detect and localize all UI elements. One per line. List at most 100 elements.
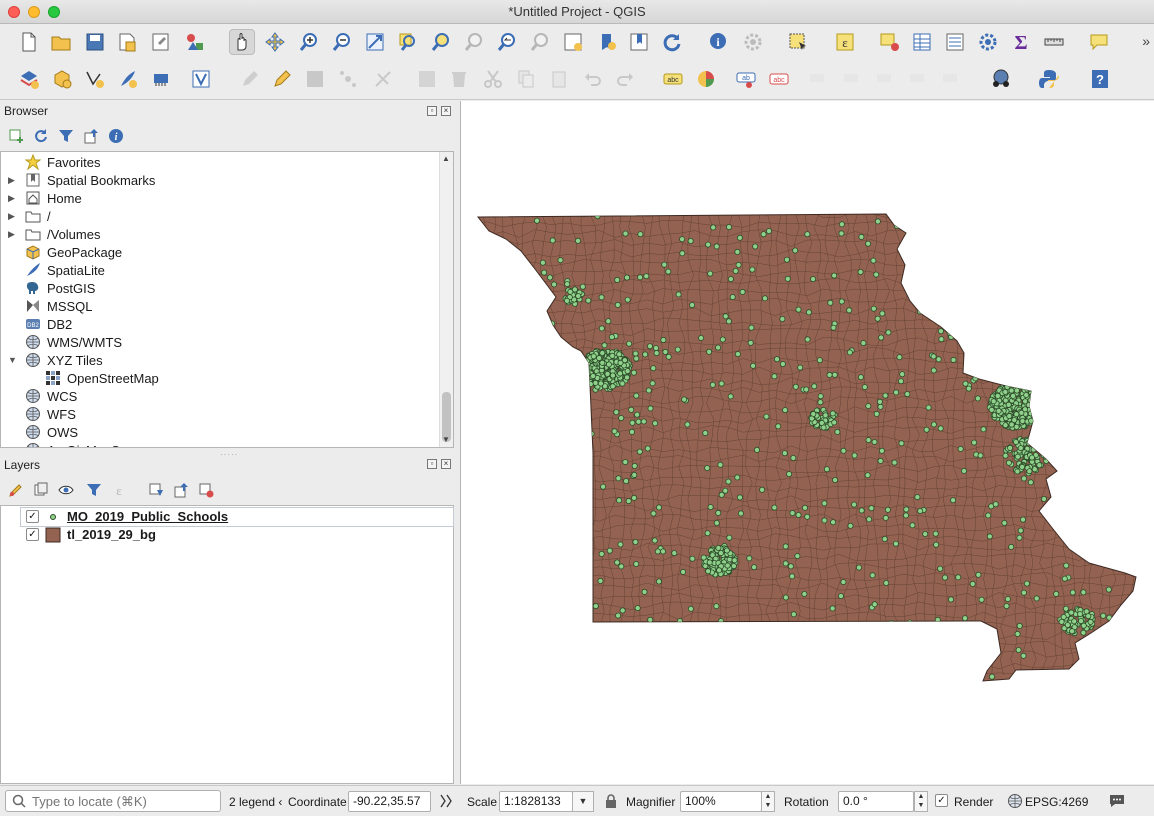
school-point[interactable]: [781, 450, 788, 457]
school-point[interactable]: [1060, 306, 1067, 313]
school-point[interactable]: [732, 267, 739, 274]
school-point[interactable]: [727, 276, 734, 283]
field-calculator-button[interactable]: [942, 29, 968, 55]
school-point[interactable]: [495, 617, 502, 624]
school-point[interactable]: [969, 580, 976, 587]
school-point[interactable]: [590, 353, 597, 360]
school-point[interactable]: [920, 236, 927, 243]
school-point[interactable]: [931, 227, 938, 234]
school-point[interactable]: [1033, 391, 1040, 398]
school-point[interactable]: [666, 652, 673, 659]
school-point[interactable]: [1010, 381, 1017, 388]
school-point[interactable]: [1008, 543, 1015, 550]
school-point[interactable]: [619, 607, 626, 614]
school-point[interactable]: [636, 448, 643, 455]
school-point[interactable]: [710, 224, 717, 231]
school-point[interactable]: [901, 644, 908, 651]
school-point[interactable]: [689, 555, 696, 562]
browser-item-wms-wmts[interactable]: WMS/WMTS: [1, 333, 441, 351]
school-point[interactable]: [914, 494, 921, 501]
school-point[interactable]: [896, 354, 903, 361]
school-point[interactable]: [654, 548, 661, 555]
school-point[interactable]: [578, 564, 585, 571]
school-point[interactable]: [1069, 628, 1076, 635]
school-point[interactable]: [759, 486, 766, 493]
school-point[interactable]: [632, 538, 639, 545]
school-point[interactable]: [605, 361, 612, 368]
school-point[interactable]: [1034, 395, 1041, 402]
school-point[interactable]: [874, 315, 881, 322]
school-point[interactable]: [575, 292, 582, 299]
school-point[interactable]: [1064, 407, 1071, 414]
school-point[interactable]: [995, 407, 1002, 414]
school-point[interactable]: [614, 559, 621, 566]
school-point[interactable]: [579, 283, 586, 290]
school-point[interactable]: [643, 647, 650, 654]
school-point[interactable]: [541, 269, 548, 276]
school-point[interactable]: [1047, 388, 1054, 395]
layer-row-schools[interactable]: ✓ MO_2019_Public_Schools: [20, 507, 454, 527]
school-point[interactable]: [1040, 254, 1047, 261]
school-point[interactable]: [718, 380, 725, 387]
school-point[interactable]: [506, 296, 513, 303]
school-point[interactable]: [586, 481, 593, 488]
school-point[interactable]: [1098, 628, 1105, 635]
school-point[interactable]: [572, 491, 579, 498]
school-point[interactable]: [1008, 387, 1015, 394]
browser-item-spatialite[interactable]: SpatiaLite: [1, 261, 441, 279]
school-point[interactable]: [1002, 452, 1009, 459]
school-point[interactable]: [533, 554, 540, 561]
school-point[interactable]: [1101, 259, 1108, 266]
school-point[interactable]: [719, 336, 726, 343]
school-point[interactable]: [831, 272, 838, 279]
school-point[interactable]: [604, 370, 611, 377]
school-point[interactable]: [520, 420, 527, 427]
school-point[interactable]: [1037, 317, 1044, 324]
school-point[interactable]: [516, 337, 523, 344]
school-point[interactable]: [647, 405, 654, 412]
school-point[interactable]: [1010, 392, 1017, 399]
run-action-button[interactable]: [740, 29, 766, 55]
school-point[interactable]: [1013, 438, 1020, 445]
school-point[interactable]: [1073, 428, 1080, 435]
school-point[interactable]: [1040, 256, 1047, 263]
school-point[interactable]: [1001, 519, 1008, 526]
school-point[interactable]: [706, 348, 713, 355]
school-point[interactable]: [643, 273, 650, 280]
school-point[interactable]: [623, 274, 630, 281]
school-point[interactable]: [864, 472, 871, 479]
school-point[interactable]: [698, 334, 705, 341]
labeling-toolbar-button[interactable]: abc: [660, 66, 686, 92]
school-point[interactable]: [1006, 413, 1013, 420]
school-point[interactable]: [587, 381, 594, 388]
school-point[interactable]: [572, 366, 579, 373]
browser-item-postgis[interactable]: PostGIS: [1, 279, 441, 297]
school-point[interactable]: [597, 380, 604, 387]
school-point[interactable]: [1059, 430, 1066, 437]
show-bookmarks-button[interactable]: [626, 29, 652, 55]
school-point[interactable]: [725, 224, 732, 231]
school-point[interactable]: [1020, 516, 1027, 523]
school-point[interactable]: [1033, 404, 1040, 411]
school-point[interactable]: [573, 550, 580, 557]
school-point[interactable]: [564, 297, 571, 304]
school-point[interactable]: [752, 243, 759, 250]
locator-input[interactable]: [32, 793, 217, 809]
browser-item-db2[interactable]: DB2 DB2: [1, 315, 441, 333]
school-point[interactable]: [637, 231, 644, 238]
school-point[interactable]: [994, 268, 1001, 275]
school-point[interactable]: [1013, 387, 1020, 394]
school-point[interactable]: [873, 271, 880, 278]
browser-item-geopackage[interactable]: GeoPackage: [1, 243, 441, 261]
school-point[interactable]: [1100, 612, 1107, 619]
school-point[interactable]: [840, 579, 847, 586]
school-point[interactable]: [592, 379, 599, 386]
school-point[interactable]: [1071, 384, 1078, 391]
school-point[interactable]: [623, 478, 630, 485]
school-point[interactable]: [1020, 652, 1027, 659]
modify-attributes-button[interactable]: [414, 66, 440, 92]
school-point[interactable]: [634, 605, 641, 612]
school-point[interactable]: [1001, 234, 1008, 241]
school-point[interactable]: [937, 565, 944, 572]
school-point[interactable]: [1077, 611, 1084, 618]
